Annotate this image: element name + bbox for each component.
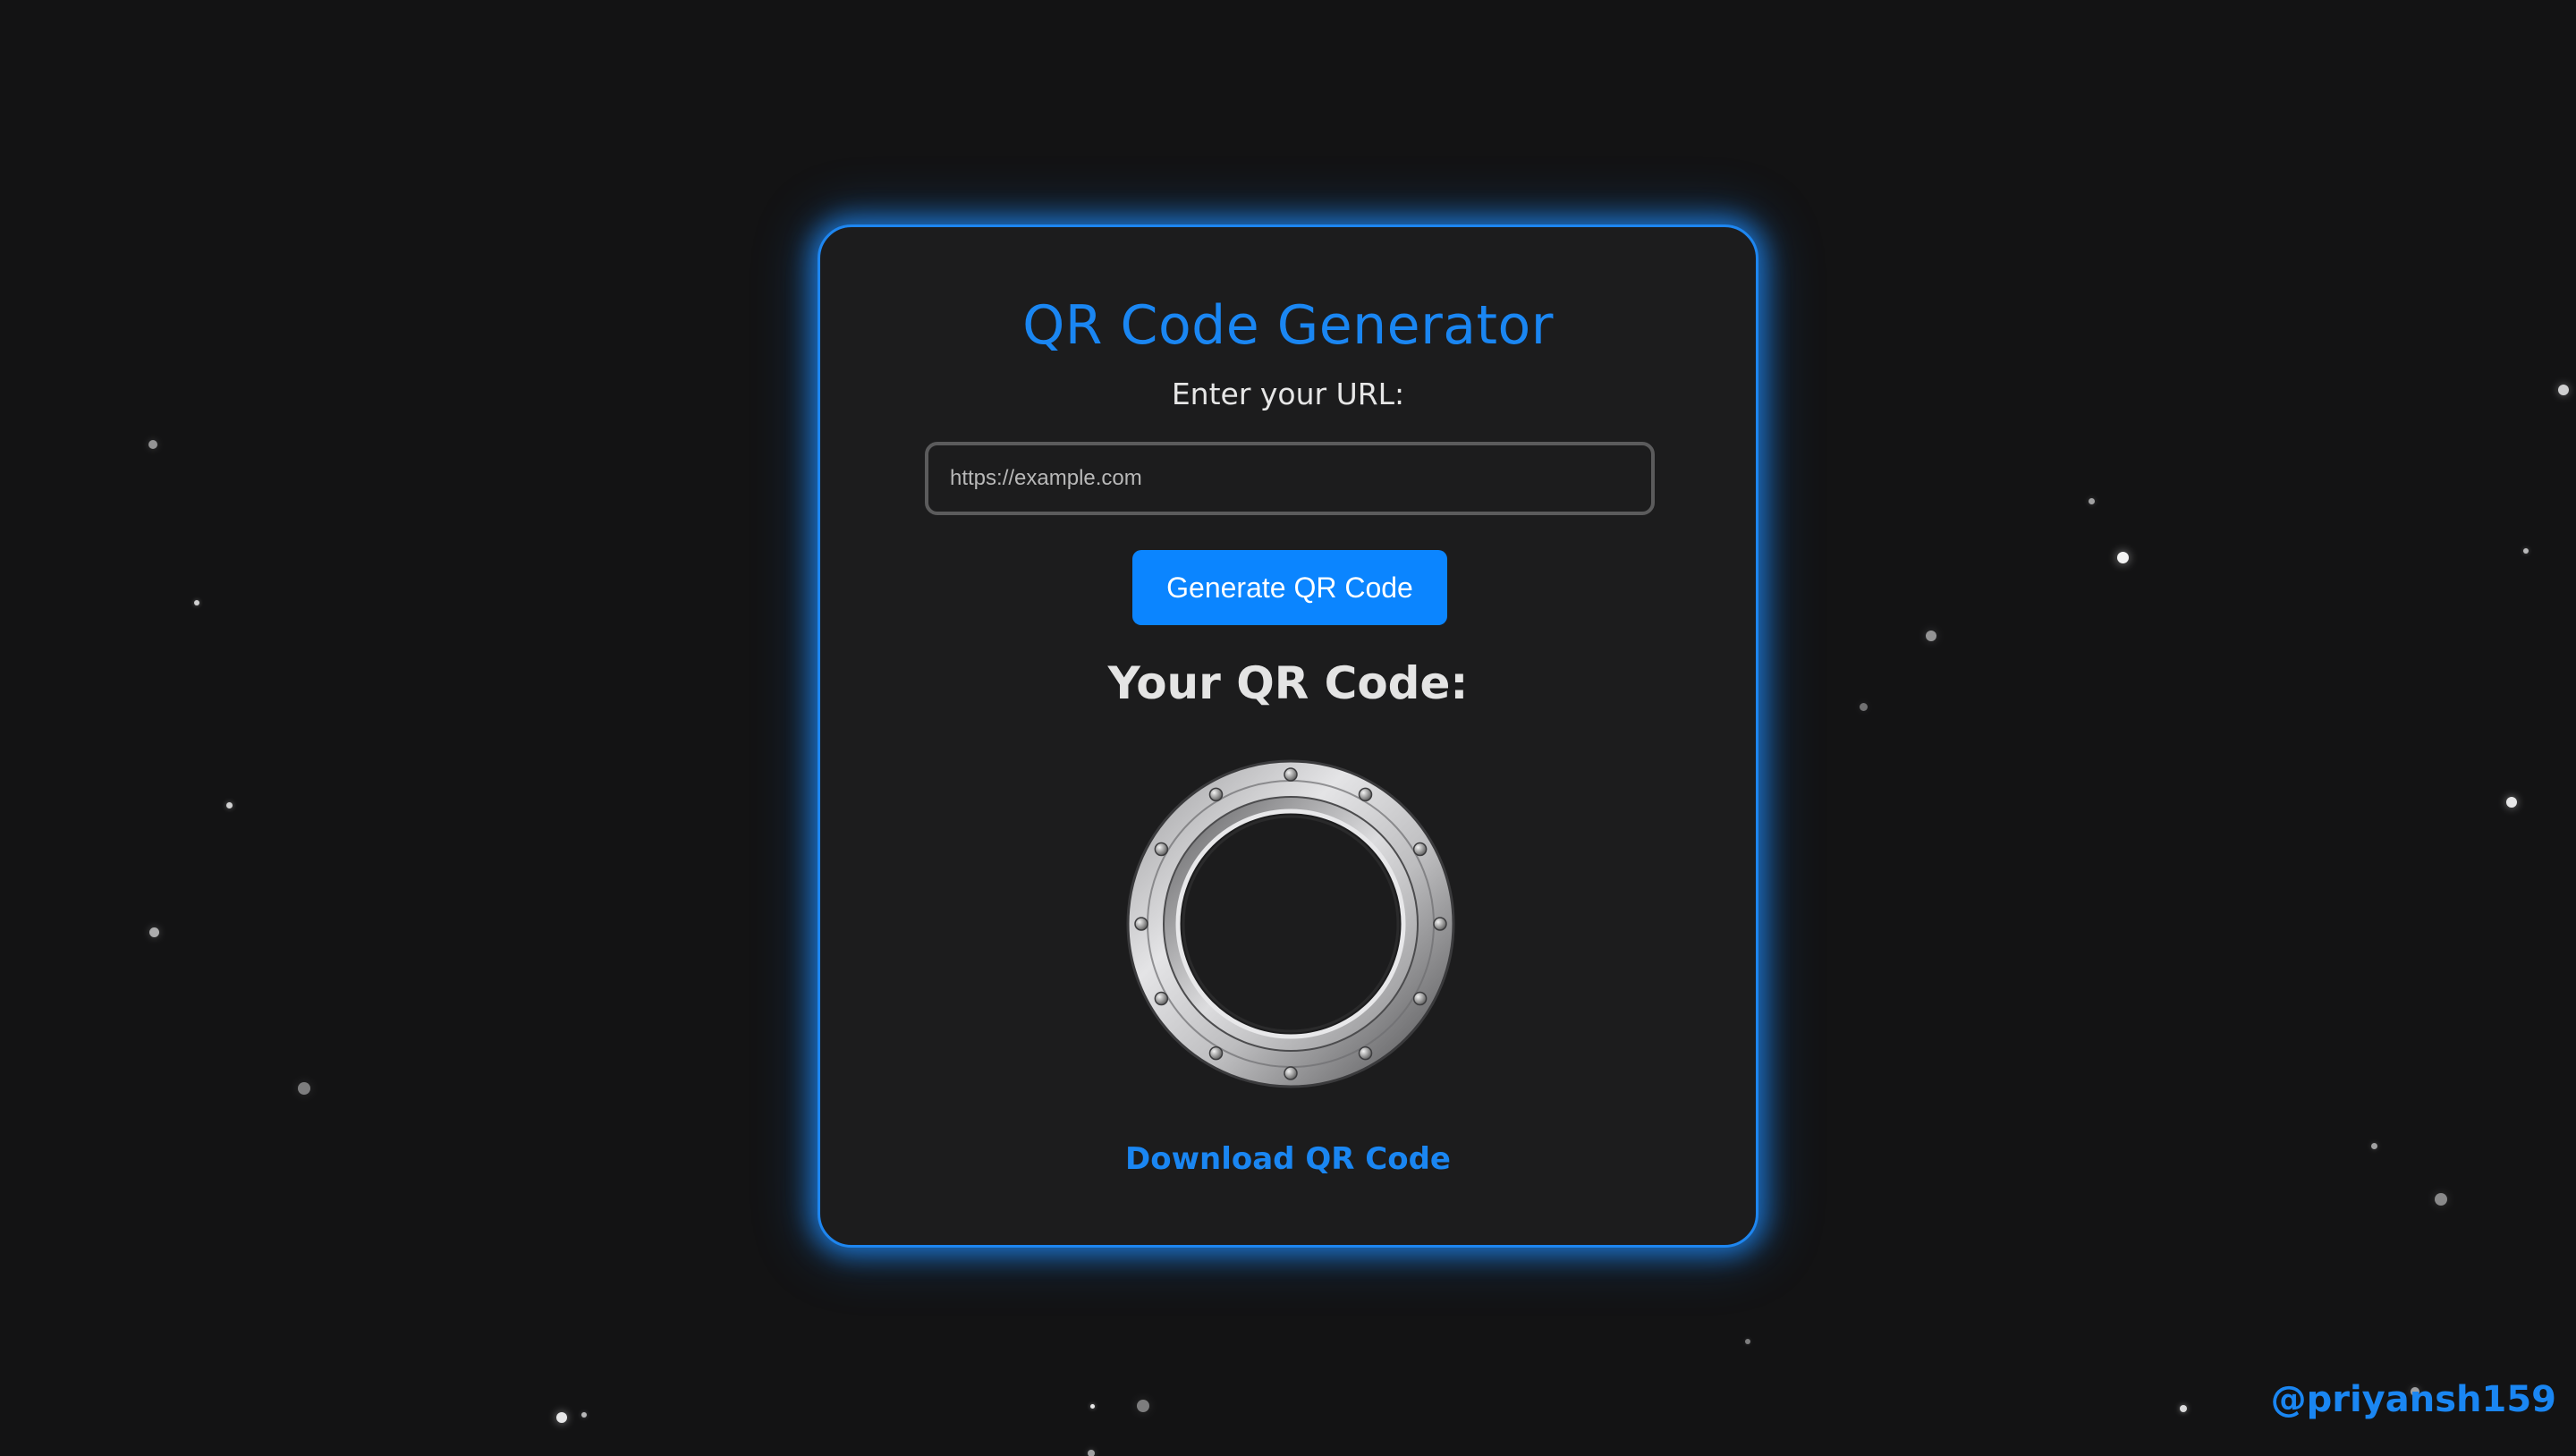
porthole-bolt xyxy=(1358,787,1373,802)
star xyxy=(1926,631,1936,641)
porthole-bolt xyxy=(1433,917,1447,931)
star xyxy=(1859,702,1868,711)
porthole-bolt xyxy=(1208,1045,1224,1061)
generate-qr-button[interactable]: Generate QR Code xyxy=(1132,550,1447,625)
porthole-bolt xyxy=(1412,991,1428,1006)
star xyxy=(581,1412,587,1418)
star xyxy=(194,600,199,605)
star xyxy=(2370,1142,2377,1149)
star xyxy=(2506,797,2517,808)
star xyxy=(1745,1339,1750,1344)
qr-result-heading: Your QR Code: xyxy=(1107,657,1469,709)
star xyxy=(2523,548,2529,554)
star xyxy=(1137,1400,1149,1412)
star xyxy=(148,927,159,937)
qr-generator-card: QR Code Generator Enter your URL: Genera… xyxy=(818,224,1758,1248)
star xyxy=(2180,1405,2187,1412)
porthole-bolt xyxy=(1412,842,1428,857)
url-label: Enter your URL: xyxy=(1171,377,1405,411)
porthole-bolt xyxy=(1134,917,1148,931)
star xyxy=(1089,1403,1095,1409)
download-qr-link[interactable]: Download QR Code xyxy=(820,1144,1756,1174)
star xyxy=(556,1412,567,1423)
porthole-icon xyxy=(1126,759,1455,1088)
author-handle[interactable]: @priyansh159 xyxy=(2271,1382,2556,1418)
star xyxy=(298,1082,310,1095)
star xyxy=(2088,497,2095,504)
star xyxy=(2116,551,2129,563)
porthole-bolt xyxy=(1284,1066,1298,1080)
porthole-bolt xyxy=(1154,842,1169,857)
page-title: QR Code Generator xyxy=(1022,294,1554,357)
star xyxy=(225,801,233,808)
page-background: QR Code Generator Enter your URL: Genera… xyxy=(0,0,2576,1456)
url-input[interactable] xyxy=(925,442,1655,515)
porthole-bolt xyxy=(1358,1045,1373,1061)
porthole-bolt xyxy=(1154,991,1169,1006)
star xyxy=(2558,385,2569,395)
porthole-bolt xyxy=(1284,767,1298,782)
star xyxy=(2435,1193,2447,1206)
star xyxy=(1088,1450,1095,1456)
star xyxy=(148,440,157,449)
porthole-bolt xyxy=(1208,787,1224,802)
